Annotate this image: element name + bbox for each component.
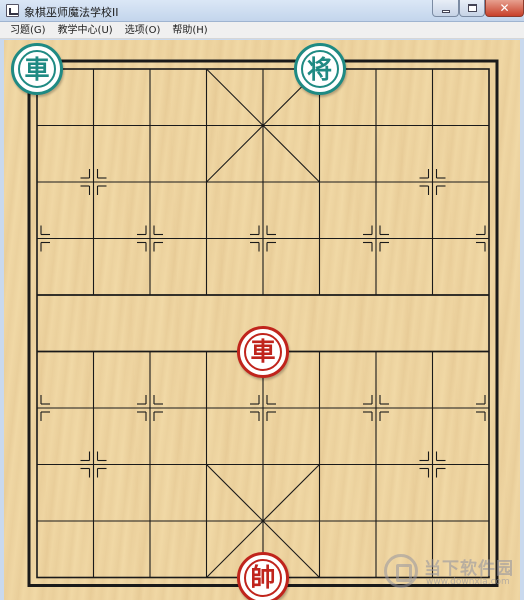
- piece-red[interactable]: 車: [237, 325, 289, 378]
- menu-options[interactable]: 选项(O): [119, 22, 167, 39]
- piece-green[interactable]: 車: [11, 43, 63, 95]
- chess-board[interactable]: [4, 40, 520, 600]
- app-icon: [6, 4, 19, 17]
- watermark-name: 当下软件园: [424, 559, 514, 579]
- piece-label: 車: [250, 337, 276, 366]
- piece-red[interactable]: 帥: [237, 551, 289, 600]
- menu-bar: 习题(G) 教学中心(U) 选项(O) 帮助(H): [0, 22, 524, 39]
- chess-board-area[interactable]: 車将車帥 当下软件园 www.downxia.com: [4, 40, 520, 600]
- window-title-bar[interactable]: 象棋巫师魔法学校II ✕: [0, 0, 524, 22]
- watermark-url: www.downxia.com: [426, 577, 510, 587]
- minimize-icon: [441, 9, 450, 13]
- piece-label: 帥: [250, 563, 276, 592]
- menu-exercises[interactable]: 习题(G): [4, 22, 52, 39]
- maximize-button[interactable]: [459, 0, 485, 17]
- watermark-logo-icon: [384, 554, 418, 588]
- maximize-icon: [467, 4, 477, 12]
- minimize-button[interactable]: [432, 0, 459, 17]
- close-button[interactable]: ✕: [485, 0, 524, 17]
- watermark: 当下软件园 www.downxia.com: [384, 552, 520, 596]
- piece-label: 車: [24, 54, 50, 84]
- menu-teaching-center[interactable]: 教学中心(U): [52, 22, 119, 39]
- close-icon: ✕: [499, 1, 510, 15]
- window-title: 象棋巫师魔法学校II: [24, 6, 119, 19]
- piece-label: 将: [306, 54, 332, 84]
- piece-green[interactable]: 将: [293, 43, 346, 95]
- menu-help[interactable]: 帮助(H): [166, 22, 213, 39]
